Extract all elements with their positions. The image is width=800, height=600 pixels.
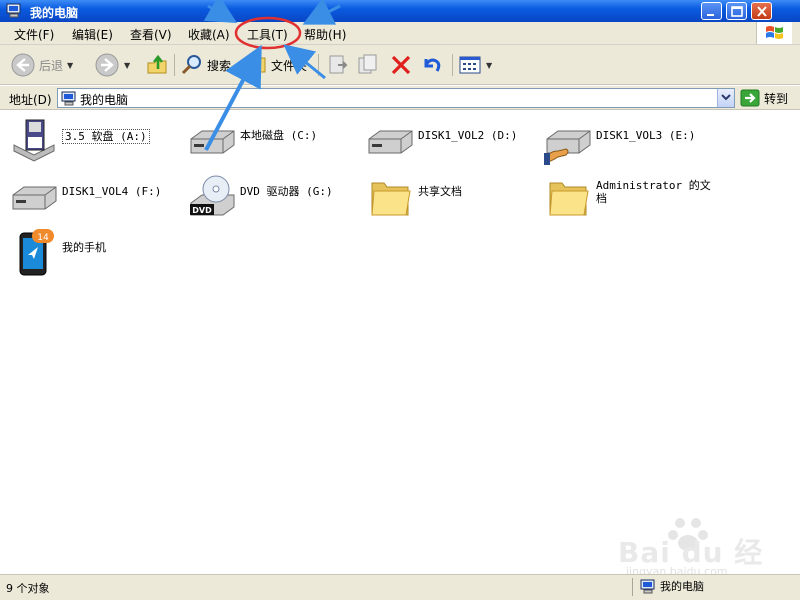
- back-button[interactable]: 后退 ▼: [10, 51, 73, 79]
- drive-item-dvd[interactable]: DVD DVD 驱动器 (G:): [188, 173, 358, 223]
- menu-favorites[interactable]: 收藏(A): [188, 26, 230, 43]
- device-label: 我的手机: [62, 241, 106, 254]
- move-to-button[interactable]: [326, 51, 350, 79]
- folders-button[interactable]: 文件夹: [246, 51, 307, 79]
- hard-drive-icon: [190, 130, 235, 154]
- menu-help[interactable]: 帮助(H): [304, 26, 346, 43]
- copy-to-icon: [358, 54, 377, 74]
- shared-drive-icon: [544, 130, 591, 165]
- up-folder-icon: [147, 54, 167, 74]
- forward-dropdown-icon[interactable]: ▼: [124, 61, 130, 70]
- folder-icon: [549, 182, 589, 216]
- drive-label: DVD 驱动器 (G:): [240, 185, 333, 198]
- close-icon: [757, 6, 767, 17]
- floppy-icon: [13, 119, 55, 162]
- address-label: 地址(D): [9, 93, 52, 107]
- forward-arrow-icon: [95, 53, 119, 77]
- location-label: 我的电脑: [660, 580, 704, 593]
- drive-label: 3.5 软盘 (A:): [62, 129, 150, 144]
- folder-label: Administrator 的文档: [596, 179, 711, 205]
- title-bar[interactable]: 我的电脑: [0, 0, 800, 22]
- drive-item-c[interactable]: 本地磁盘 (C:): [188, 117, 358, 167]
- address-bar: 地址(D) 我的电脑 转到: [0, 86, 800, 110]
- drive-label: DISK1_VOL4 (F:): [62, 185, 162, 198]
- delete-x-icon: [391, 55, 411, 75]
- my-computer-icon: [61, 91, 76, 106]
- views-button[interactable]: ▼: [458, 51, 492, 79]
- go-arrow-icon: [740, 89, 760, 107]
- status-bar: 9 个对象 我的电脑: [0, 574, 800, 600]
- search-label: 搜索: [207, 58, 232, 73]
- drive-label: DISK1_VOL2 (D:): [418, 129, 518, 142]
- menu-tools[interactable]: 工具(T): [247, 26, 288, 43]
- file-list-area[interactable]: 3.5 软盘 (A:) 本地磁盘 (C:) DISK1_VOL2 (D:) DI…: [0, 111, 800, 574]
- drive-item-d[interactable]: DISK1_VOL2 (D:): [366, 117, 536, 167]
- folder-item-shared-docs[interactable]: 共享文档: [366, 173, 536, 223]
- drive-item-floppy[interactable]: 3.5 软盘 (A:): [10, 117, 180, 167]
- toolbar: 后退 ▼ ▼ 搜索 文件夹 ▼: [0, 45, 800, 85]
- menu-edit[interactable]: 编辑(E): [72, 26, 113, 43]
- go-button[interactable]: 转到: [740, 88, 788, 108]
- svg-text:DVD: DVD: [192, 206, 212, 215]
- folder-icon: [371, 182, 411, 216]
- phone-badge: 14: [37, 233, 49, 243]
- back-dropdown-icon[interactable]: ▼: [67, 61, 73, 70]
- toolbar-separator: [318, 54, 319, 76]
- drive-label: 本地磁盘 (C:): [240, 129, 318, 142]
- folder-item-admin-docs[interactable]: Administrator 的文档: [544, 173, 714, 223]
- undo-button[interactable]: [420, 51, 444, 79]
- delete-button[interactable]: [389, 51, 413, 79]
- drive-item-f[interactable]: DISK1_VOL4 (F:): [10, 173, 180, 223]
- minimize-icon: [707, 14, 714, 16]
- object-count: 9 个对象: [6, 582, 50, 595]
- window-title: 我的电脑: [30, 6, 79, 20]
- maximize-icon: [731, 6, 743, 17]
- folders-icon: [247, 57, 266, 73]
- menu-view[interactable]: 查看(V): [130, 26, 172, 43]
- chevron-down-icon: [721, 94, 731, 101]
- minimize-button[interactable]: [701, 2, 722, 20]
- address-value: 我的电脑: [80, 93, 129, 107]
- address-dropdown-button[interactable]: [717, 89, 734, 107]
- folder-label: 共享文档: [418, 185, 462, 198]
- folders-label: 文件夹: [271, 58, 308, 73]
- toolbar-separator: [452, 54, 453, 76]
- go-label: 转到: [764, 91, 789, 106]
- search-icon: [181, 55, 201, 75]
- maximize-button[interactable]: [726, 2, 747, 20]
- status-divider: [632, 578, 633, 596]
- menu-file[interactable]: 文件(F): [14, 26, 54, 43]
- copy-to-button[interactable]: [356, 51, 380, 79]
- move-to-icon: [329, 55, 348, 74]
- back-label: 后退: [39, 58, 64, 73]
- baidu-watermark: Bai du 经验 jingyan.baidu.com: [588, 513, 788, 600]
- device-item-phone[interactable]: 14 我的手机: [16, 229, 186, 279]
- drive-item-e[interactable]: DISK1_VOL3 (E:): [544, 117, 714, 167]
- hard-drive-icon: [368, 130, 413, 154]
- my-computer-icon: [640, 579, 655, 593]
- status-location: 我的电脑: [640, 578, 704, 594]
- views-dropdown-icon[interactable]: ▼: [486, 61, 492, 70]
- toolbar-separator: [174, 54, 175, 76]
- forward-button[interactable]: ▼: [94, 51, 130, 79]
- up-folder-button[interactable]: [146, 51, 170, 79]
- search-button[interactable]: 搜索: [180, 51, 231, 79]
- address-input[interactable]: 我的电脑: [57, 88, 735, 108]
- undo-icon: [424, 58, 441, 72]
- back-arrow-icon: [11, 53, 35, 77]
- close-button[interactable]: [751, 2, 772, 20]
- menu-bar: 文件(F) 编辑(E) 查看(V) 收藏(A) 工具(T) 帮助(H): [0, 22, 800, 45]
- views-icon: [459, 56, 481, 74]
- windows-logo: [756, 22, 792, 44]
- my-computer-icon: [6, 3, 21, 18]
- drive-label: DISK1_VOL3 (E:): [596, 129, 696, 142]
- windows-flag-icon: [766, 26, 783, 39]
- phone-icon: 14: [19, 229, 54, 276]
- dvd-drive-icon: DVD: [190, 175, 235, 216]
- hard-drive-icon: [12, 186, 57, 210]
